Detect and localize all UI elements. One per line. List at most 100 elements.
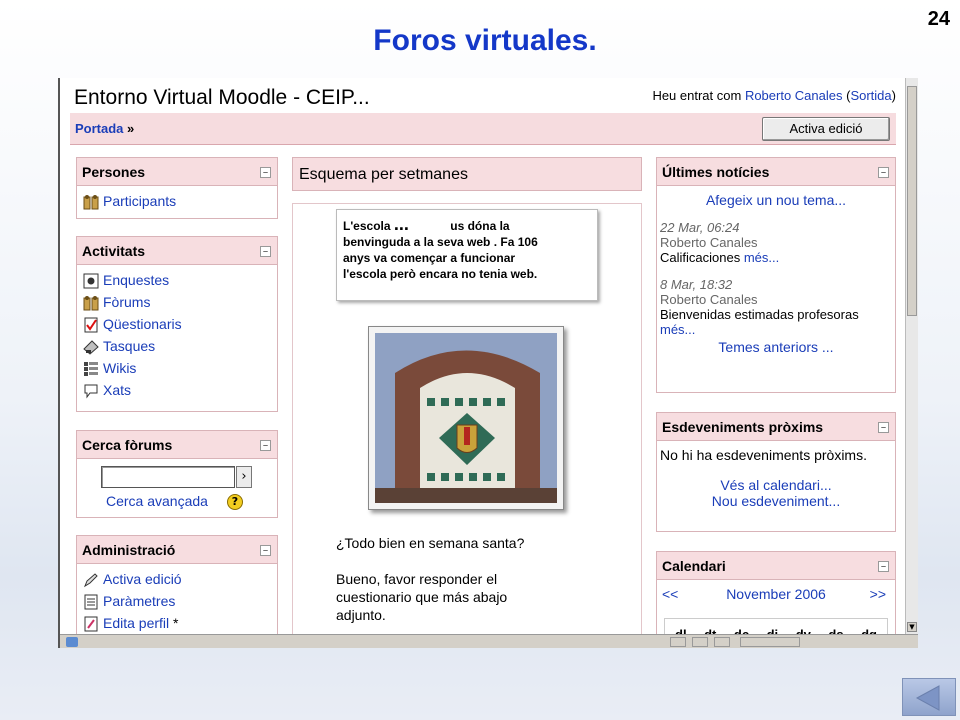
- user-link[interactable]: Roberto Canales: [745, 88, 843, 103]
- news-date: 8 Mar, 18:32: [660, 277, 733, 292]
- block-admin-title: Administració: [82, 542, 176, 558]
- advanced-search-link[interactable]: Cerca avançada: [106, 493, 208, 509]
- quiz-icon: [84, 317, 98, 333]
- collapse-icon[interactable]: –: [878, 167, 889, 178]
- post-body-line-2: cuestionario que más abajo: [336, 589, 508, 605]
- settings-icon: [84, 594, 98, 610]
- forum-post: ¿Todo bien en semana santa? Bueno, favor…: [336, 534, 616, 624]
- sidebar-item-tasques[interactable]: Tasques: [77, 336, 277, 358]
- news-more-link[interactable]: més...: [744, 250, 779, 265]
- collapse-icon[interactable]: –: [260, 440, 271, 451]
- welcome-line-3: anys va començar a funcionar: [343, 251, 516, 265]
- collapse-icon[interactable]: –: [878, 422, 889, 433]
- post-body-line-3: adjunto.: [336, 607, 386, 623]
- block-activitats-header: Activitats –: [77, 237, 277, 265]
- back-arrow-icon: [915, 685, 940, 711]
- news-item-text: Calificaciones: [660, 250, 741, 265]
- scroll-down-icon[interactable]: ▼: [907, 622, 917, 632]
- block-cerca-forums: Cerca fòrums – › Cerca avançada ?: [76, 430, 278, 518]
- edit-icon: [83, 573, 98, 588]
- sidebar-item-label: Qüestionaris: [103, 316, 182, 332]
- collapse-icon[interactable]: –: [878, 561, 889, 572]
- welcome-line-1-dots: ...: [393, 214, 409, 234]
- page-icon: [66, 637, 78, 647]
- wiki-icon: [84, 362, 98, 376]
- logout-link[interactable]: Sortida: [850, 88, 891, 103]
- breadcrumb-separator: »: [123, 121, 135, 136]
- block-news: Últimes notícies – Afegeix un nou tema..…: [656, 157, 896, 393]
- block-calendar-title: Calendari: [662, 558, 726, 574]
- welcome-line-4: l'escola però encara no tenia web.: [343, 267, 538, 281]
- block-activitats: Activitats – Enquestes Fòrums Qüestionar…: [76, 236, 278, 412]
- news-date: 22 Mar, 06:24: [660, 220, 740, 235]
- breadcrumb: Portada »: [75, 121, 134, 136]
- assignment-icon: [83, 340, 99, 355]
- welcome-line-1a: L'escola: [343, 219, 391, 233]
- sidebar-item-label: Xats: [103, 382, 132, 398]
- vertical-scrollbar[interactable]: ▼: [905, 78, 918, 634]
- scrollbar-thumb[interactable]: [907, 86, 917, 316]
- school-building-image: [375, 333, 557, 503]
- sidebar-item-enquestes[interactable]: Enquestes: [77, 270, 277, 292]
- forum-search-input[interactable]: [101, 466, 235, 488]
- login-close-paren: ): [891, 88, 896, 103]
- post-question: ¿Todo bien en semana santa?: [336, 535, 525, 551]
- news-author: Roberto Canales: [660, 235, 758, 250]
- block-persones-header: Persones –: [77, 158, 277, 186]
- sidebar-item-forums[interactable]: Fòrums: [77, 292, 277, 314]
- sidebar-item-label: Activa edició: [103, 571, 182, 587]
- block-cerca-title: Cerca fòrums: [82, 437, 173, 453]
- sidebar-item-label: Tasques: [103, 338, 156, 354]
- welcome-message: L'escola ... us dóna la benvinguda a la …: [336, 209, 598, 301]
- block-admin-header: Administració –: [77, 536, 277, 564]
- status-cell: [714, 637, 730, 647]
- sidebar-item-questionaris[interactable]: Qüestionaris: [77, 314, 277, 336]
- no-events-text: No hi ha esdeveniments pròxims.: [660, 447, 867, 463]
- go-to-calendar-link[interactable]: Vés al calendari...: [660, 477, 892, 493]
- block-administracio: Administració – Activa edició Paràmetres…: [76, 535, 278, 647]
- sidebar-item-parametres[interactable]: Paràmetres: [77, 591, 277, 613]
- sidebar-item-edita-perfil[interactable]: Edita perfil *: [77, 613, 277, 635]
- welcome-line-1b: us dóna la: [450, 219, 510, 233]
- sidebar-item-label: Enquestes: [103, 272, 170, 288]
- collapse-icon[interactable]: –: [260, 167, 271, 178]
- sidebar-item-activa-edicio[interactable]: Activa edició: [77, 569, 277, 591]
- browser-statusbar: [60, 634, 918, 648]
- slide-number: 24: [927, 8, 950, 30]
- welcome-line-1: L'escola ... us dóna la: [343, 214, 591, 234]
- news-more-link[interactable]: més...: [660, 322, 695, 337]
- collapse-icon[interactable]: –: [260, 246, 271, 257]
- sidebar-item-wikis[interactable]: Wikis: [77, 358, 277, 380]
- status-cell: [740, 637, 800, 647]
- sidebar-item-label: Paràmetres: [103, 593, 176, 609]
- block-persones-title: Persones: [82, 164, 146, 180]
- breadcrumb-home-link[interactable]: Portada: [75, 121, 123, 136]
- collapse-icon[interactable]: –: [260, 545, 271, 556]
- block-news-header: Últimes notícies –: [657, 158, 895, 186]
- welcome-line-2: benvinguda a la seva web . Fa 106: [343, 235, 538, 249]
- sidebar-item-label: Participants: [103, 193, 177, 209]
- calendar-next-link[interactable]: >>: [870, 586, 886, 602]
- back-navigation-button[interactable]: [902, 678, 956, 716]
- news-item: Calificaciones més...: [660, 250, 892, 265]
- older-topics-link[interactable]: Temes anteriors ...: [660, 339, 892, 355]
- turn-editing-on-button[interactable]: Activa edició: [762, 117, 890, 141]
- block-cerca-header: Cerca fòrums –: [77, 431, 277, 459]
- sidebar-item-participants[interactable]: Participants: [77, 191, 277, 213]
- calendar-month-link[interactable]: November 2006: [660, 586, 892, 602]
- block-activitats-title: Activitats: [82, 243, 146, 259]
- login-info: Heu entrat com Roberto Canales (Sortida): [652, 88, 896, 103]
- school-photo: [368, 326, 564, 510]
- add-new-topic-link[interactable]: Afegeix un nou tema...: [660, 192, 892, 208]
- sidebar-item-label: Fòrums: [103, 294, 151, 310]
- required-asterisk: *: [169, 615, 179, 631]
- new-event-link[interactable]: Nou esdeveniment...: [660, 493, 892, 509]
- navbar: Portada » Activa edició: [70, 113, 896, 145]
- sidebar-item-xats[interactable]: Xats: [77, 380, 277, 402]
- forum-search-button[interactable]: ›: [236, 466, 252, 488]
- site-title: Entorno Virtual Moodle - CEIP...: [74, 86, 370, 109]
- help-icon[interactable]: ?: [227, 494, 243, 510]
- moodle-screenshot: Entorno Virtual Moodle - CEIP... Heu ent…: [58, 78, 918, 648]
- block-events-title: Esdeveniments pròxims: [662, 419, 824, 435]
- post-body-line-1: Bueno, favor responder el: [336, 571, 498, 587]
